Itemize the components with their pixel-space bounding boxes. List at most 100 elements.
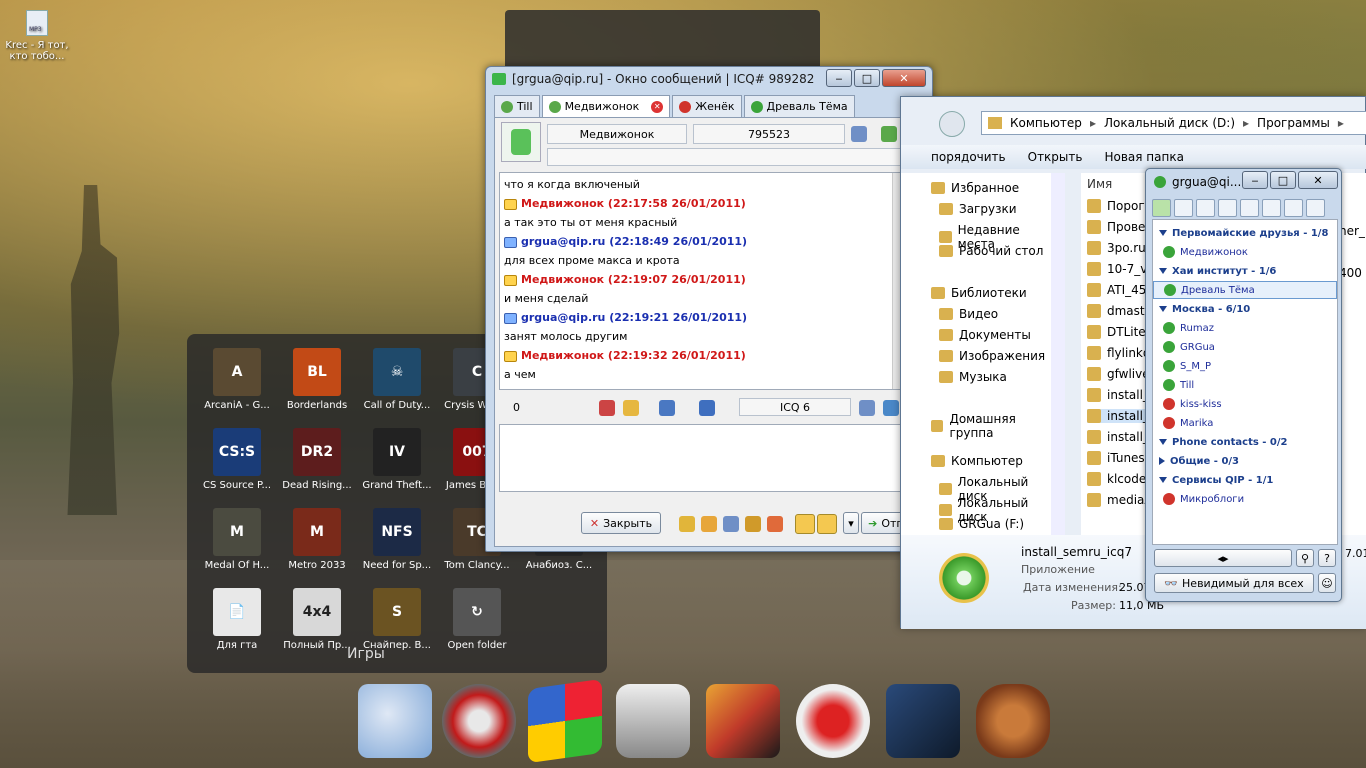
qip-chat-icon[interactable]: [1174, 199, 1193, 217]
qip-maximize-button[interactable]: □: [1270, 171, 1296, 189]
close-window-button[interactable]: ✕: [882, 69, 926, 87]
nav-item[interactable]: Избранное: [931, 181, 1019, 195]
tools-icon[interactable]: [745, 516, 761, 532]
qip-status-button[interactable]: 👓 Невидимый для всех: [1154, 573, 1314, 593]
desktop-icon-mp3[interactable]: MP3 Krec - Я тот, кто тобо...: [4, 10, 70, 62]
qip-arrows-button[interactable]: ◂▸: [1154, 549, 1292, 567]
game-tile[interactable]: DR2 Dead Rising...: [276, 428, 358, 491]
contact-item[interactable]: Медвижонок: [1153, 243, 1337, 261]
maximize-button[interactable]: □: [854, 69, 880, 87]
close-tab-icon[interactable]: ✕: [651, 100, 664, 113]
nav-item[interactable]: Рабочий стол: [939, 244, 1043, 258]
new-folder-button[interactable]: Новая папка: [1104, 150, 1183, 164]
nav-item[interactable]: Музыка: [939, 370, 1007, 384]
file-item[interactable]: iTunesS: [1087, 451, 1152, 465]
contact-item[interactable]: Rumaz: [1153, 319, 1337, 337]
message-input[interactable]: [499, 424, 923, 492]
file-item[interactable]: klcodec: [1087, 472, 1153, 486]
send-options-dropdown[interactable]: ▾: [843, 512, 859, 534]
game-tile[interactable]: IV Grand Theft...: [356, 428, 438, 491]
chevron-right-icon[interactable]: ▸: [1090, 116, 1096, 130]
robot-icon[interactable]: [796, 684, 870, 758]
file-item[interactable]: ATI_457: [1087, 283, 1154, 297]
contact-item[interactable]: Микроблоги: [1153, 490, 1337, 508]
contact-item[interactable]: Древаль Тёма: [1153, 281, 1337, 299]
qip-calendar-icon[interactable]: [1240, 199, 1259, 217]
breadcrumb-item[interactable]: Компьютер: [1010, 116, 1082, 130]
game-tile[interactable]: ↻ Open folder: [436, 588, 518, 651]
history-folder-icon[interactable]: [881, 126, 897, 142]
browser-icon[interactable]: [442, 684, 516, 758]
name-column-header[interactable]: Имя: [1087, 177, 1112, 191]
file-item[interactable]: install_: [1087, 409, 1149, 423]
gamepad-icon[interactable]: [358, 684, 432, 758]
file-item[interactable]: 10-7_vi: [1087, 262, 1151, 276]
close-chat-button[interactable]: ✕ Закрыть: [581, 512, 661, 534]
emoticon-icon[interactable]: [679, 516, 695, 532]
game-tile[interactable]: BL Borderlands: [276, 348, 358, 411]
game-tile[interactable]: M Metro 2033: [276, 508, 358, 571]
contact-group[interactable]: Сервисы QIP - 1/1: [1153, 471, 1337, 489]
contact-group[interactable]: Москва - 6/10: [1153, 300, 1337, 318]
nav-item[interactable]: Компьютер: [931, 454, 1023, 468]
breadcrumb-item[interactable]: Программы: [1257, 116, 1330, 130]
minimize-button[interactable]: ‒: [826, 69, 852, 87]
breadcrumb-item[interactable]: Локальный диск (D:): [1104, 116, 1235, 130]
open-button[interactable]: Открыть: [1028, 150, 1083, 164]
qip-help-icon[interactable]: ?: [1318, 549, 1336, 567]
calendar-icon[interactable]: [659, 400, 675, 416]
contact-group[interactable]: Хаи институт - 1/6: [1153, 262, 1337, 280]
file-item[interactable]: DTLite4: [1087, 325, 1153, 339]
address-bar[interactable]: Компьютер ▸ Локальный диск (D:) ▸ Программы ▸: [981, 111, 1366, 135]
alert-icon[interactable]: [767, 516, 783, 532]
contact-group[interactable]: Phone contacts - 0/2: [1153, 433, 1337, 451]
game-tile[interactable]: 📄 Для гта: [196, 588, 278, 651]
qip-history-icon[interactable]: [1218, 199, 1237, 217]
scroll-icon[interactable]: [883, 400, 899, 416]
chevron-right-icon[interactable]: ▸: [1243, 116, 1249, 130]
game-tile[interactable]: 4x4 Полный Пр...: [276, 588, 358, 651]
nav-item[interactable]: Документы: [939, 328, 1031, 342]
typing-notify-icon[interactable]: [795, 514, 815, 534]
windows-logo-icon[interactable]: [528, 678, 602, 764]
game-tile[interactable]: ☠ Call of Duty...: [356, 348, 438, 411]
chat-tab[interactable]: Медвижонок ✕: [541, 95, 671, 117]
file-item[interactable]: gfwlive: [1087, 367, 1150, 381]
contact-item[interactable]: Marika: [1153, 414, 1337, 432]
game-tile[interactable]: S Снайпер. В...: [356, 588, 438, 651]
back-button[interactable]: [939, 111, 965, 137]
contact-item[interactable]: S_M_P: [1153, 357, 1337, 375]
qip-search-icon[interactable]: ⚲: [1296, 549, 1314, 567]
folder-toggle-icon[interactable]: [817, 514, 837, 534]
file-item[interactable]: Порога: [1087, 199, 1152, 213]
qip-sound-icon[interactable]: [1196, 199, 1215, 217]
notes-icon[interactable]: [723, 516, 739, 532]
smiles-icon[interactable]: [599, 400, 615, 416]
nav-item[interactable]: Библиотеки: [931, 286, 1027, 300]
chevron-right-icon[interactable]: ▸: [1338, 116, 1344, 130]
game-tile[interactable]: M Medal Of H...: [196, 508, 278, 571]
file-item[interactable]: install_: [1087, 388, 1149, 402]
save-icon[interactable]: [699, 400, 715, 416]
nav-item[interactable]: Изображения: [939, 349, 1045, 363]
qip-profile-icon[interactable]: [1284, 199, 1303, 217]
chat-tab[interactable]: Древаль Тёма: [743, 95, 855, 117]
contact-item[interactable]: Till: [1153, 376, 1337, 394]
qip-main-menu-icon[interactable]: [1152, 199, 1171, 217]
organize-menu[interactable]: порядочить: [931, 150, 1006, 164]
emule-mule-icon[interactable]: [976, 684, 1050, 758]
chat-tab[interactable]: Женёк: [672, 95, 742, 117]
contacts-icon[interactable]: [701, 516, 717, 532]
contact-item[interactable]: GRGua: [1153, 338, 1337, 356]
file-item[interactable]: dmaste: [1087, 304, 1152, 318]
game-tile[interactable]: NFS Need for Sp...: [356, 508, 438, 571]
file-item[interactable]: flylinkd: [1087, 346, 1151, 360]
contact-group[interactable]: Первомайские друзья - 1/8: [1153, 224, 1337, 242]
nav-item[interactable]: Видео: [939, 307, 998, 321]
protocol-select[interactable]: ICQ 6: [739, 398, 851, 416]
folder-send-icon[interactable]: [623, 400, 639, 416]
qip-privacy-icon[interactable]: [1262, 199, 1281, 217]
translit-icon[interactable]: [859, 400, 875, 416]
nav-item[interactable]: Домашняя группа: [931, 412, 1051, 440]
contact-item[interactable]: kiss-kiss: [1153, 395, 1337, 413]
